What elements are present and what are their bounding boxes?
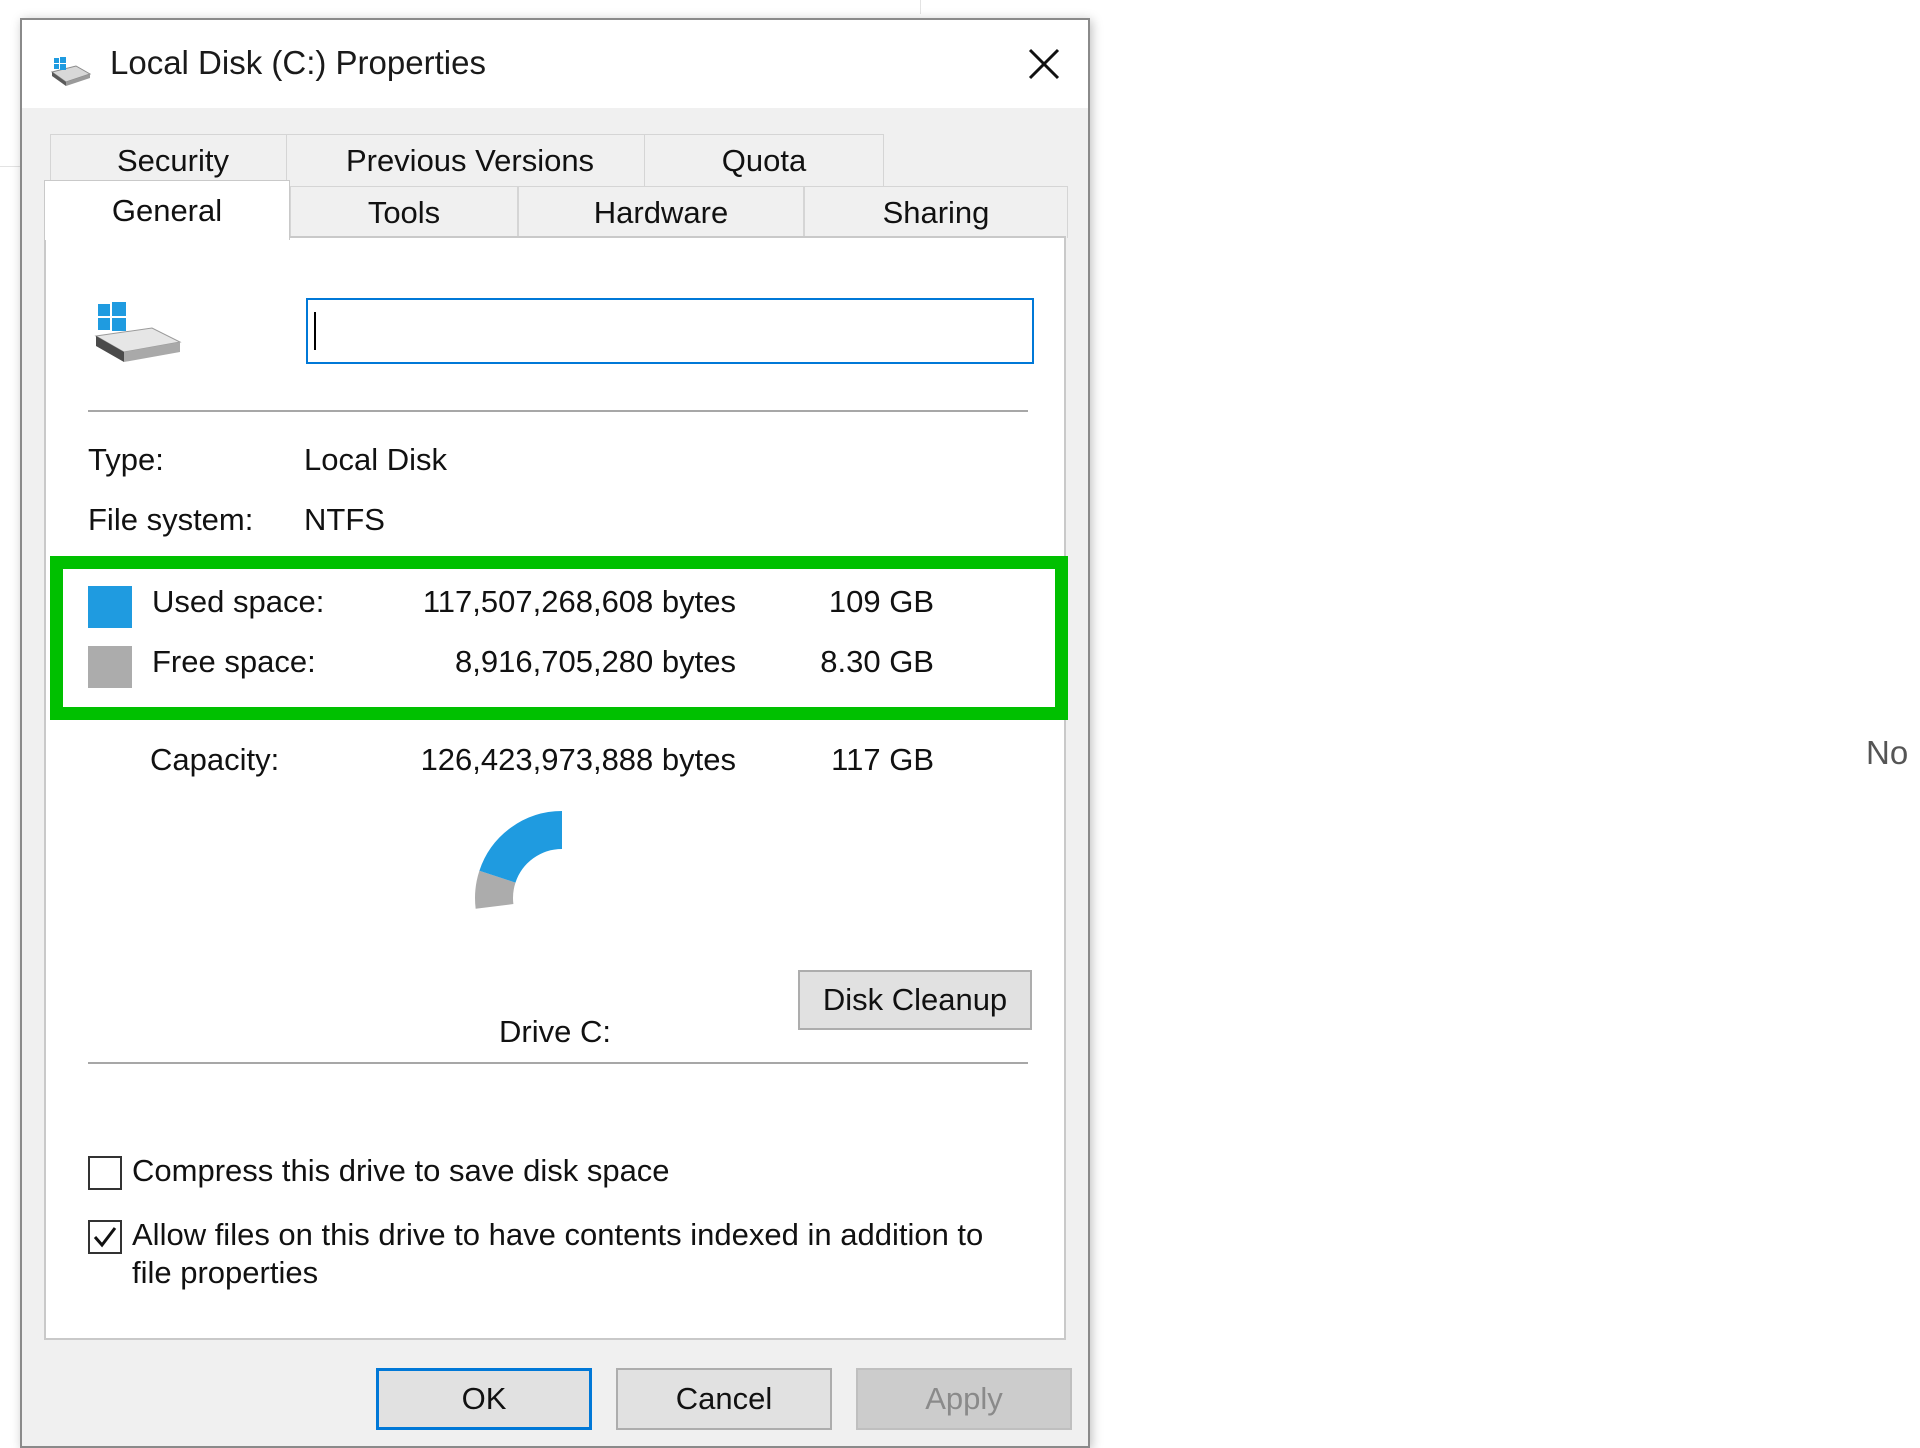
- donut-slice-used-space: [475, 811, 649, 985]
- tab-tools[interactable]: Tools: [290, 186, 518, 238]
- index-contents-option[interactable]: Allow files on this drive to have conten…: [88, 1217, 983, 1292]
- used-space-bytes: 117,507,268,608 bytes: [422, 584, 736, 619]
- drive-icon: [50, 57, 92, 86]
- capacity-label: Capacity:: [150, 742, 280, 777]
- free-space-bytes: 8,916,705,280 bytes: [455, 644, 736, 679]
- type-label: Type:: [88, 442, 164, 477]
- volume-label-input[interactable]: [306, 298, 1034, 364]
- free-space-swatch: [88, 646, 132, 688]
- window-title: Local Disk (C:) Properties: [110, 44, 486, 81]
- background-partial-text: No: [1866, 734, 1909, 771]
- cancel-button[interactable]: Cancel: [616, 1368, 832, 1430]
- index-label-line2: file properties: [132, 1255, 319, 1290]
- close-icon: [1028, 48, 1060, 80]
- free-space-label: Free space:: [152, 644, 316, 679]
- separator: [88, 1062, 1028, 1064]
- windows-drive-icon: [94, 302, 182, 362]
- disk-usage-donut-chart: [475, 811, 649, 985]
- compress-drive-option[interactable]: Compress this drive to save disk space: [88, 1153, 670, 1190]
- used-space-swatch: [88, 586, 132, 628]
- apply-button[interactable]: Apply: [856, 1368, 1072, 1430]
- ok-button[interactable]: OK: [376, 1368, 592, 1430]
- tab-general[interactable]: General: [44, 180, 290, 240]
- index-label: Allow files on this drive to have conten…: [132, 1216, 983, 1292]
- compress-checkbox[interactable]: [88, 1156, 122, 1190]
- highlight-box: [50, 556, 1068, 720]
- tab-quota[interactable]: Quota: [644, 134, 884, 186]
- file-system-value: NTFS: [304, 502, 385, 537]
- capacity-size: 117 GB: [831, 742, 934, 777]
- title-bar[interactable]: Local Disk (C:) Properties: [22, 20, 1088, 108]
- type-value: Local Disk: [304, 442, 447, 477]
- used-space-label: Used space:: [152, 584, 325, 619]
- checkmark-icon: [93, 1227, 117, 1248]
- separator: [88, 410, 1028, 412]
- tab-security[interactable]: Security: [50, 134, 296, 186]
- index-label-line1: Allow files on this drive to have conten…: [132, 1217, 984, 1252]
- compress-label: Compress this drive to save disk space: [132, 1153, 670, 1188]
- background-window-divider: [0, 166, 22, 167]
- close-button[interactable]: [1000, 20, 1088, 108]
- disk-cleanup-button[interactable]: Disk Cleanup: [798, 970, 1032, 1030]
- properties-dialog: Local Disk (C:) Properties Security Prev…: [20, 18, 1090, 1448]
- capacity-bytes: 126,423,973,888 bytes: [420, 742, 736, 777]
- tab-sharing[interactable]: Sharing: [804, 186, 1068, 238]
- free-space-size: 8.30 GB: [820, 644, 934, 679]
- background-window-edge: [920, 0, 921, 14]
- index-checkbox[interactable]: [88, 1220, 122, 1254]
- used-space-size: 109 GB: [828, 584, 934, 619]
- general-tab-panel: Type: Local Disk File system: NTFS Used …: [44, 236, 1068, 1340]
- tab-hardware[interactable]: Hardware: [518, 186, 804, 238]
- file-system-label: File system:: [88, 502, 254, 537]
- tab-previous-versions[interactable]: Previous Versions: [286, 134, 654, 186]
